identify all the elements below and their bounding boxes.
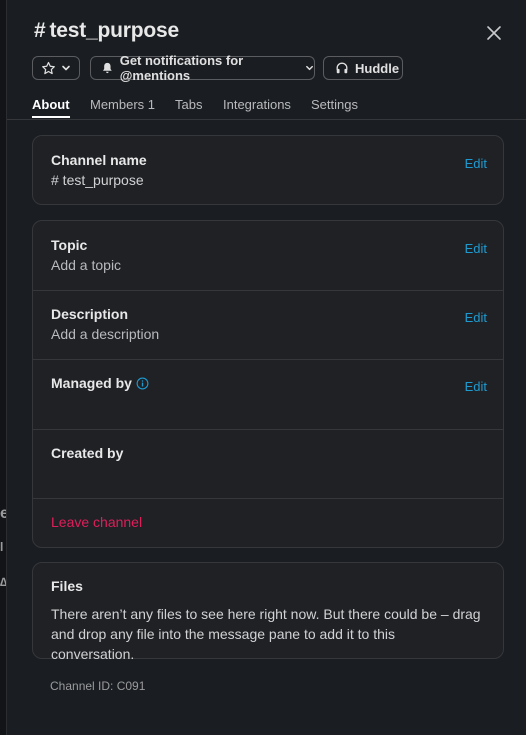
description-label: Description (51, 306, 129, 322)
tab-bar: About Members 1 Tabs Integrations Settin… (7, 96, 526, 120)
huddle-button[interactable]: Huddle (323, 56, 403, 80)
leave-channel-link[interactable]: Leave channel (51, 514, 142, 530)
close-button[interactable] (483, 22, 505, 44)
leave-channel-row[interactable]: Leave channel (33, 498, 503, 548)
notifications-label: Get notifications for @mentions (119, 53, 244, 83)
channel-name-label: Channel name (51, 152, 147, 168)
description-value: Add a description (51, 326, 160, 342)
files-empty-text: There aren’t any files to see here right… (51, 606, 481, 662)
tab-about[interactable]: About (32, 97, 70, 118)
files-title: Files (51, 578, 83, 594)
channel-title: test_purpose (49, 19, 179, 42)
description-row[interactable]: Description Add a description Edit (33, 290, 503, 359)
info-icon[interactable] (136, 377, 149, 390)
edit-description-link[interactable]: Edit (465, 310, 487, 325)
edit-topic-link[interactable]: Edit (465, 241, 487, 256)
close-icon (487, 26, 501, 40)
managed-by-label-text: Managed by (51, 375, 132, 391)
edit-channel-name-link[interactable]: Edit (465, 156, 487, 171)
managed-by-label: Managed by (51, 375, 149, 391)
tab-members[interactable]: Members 1 (90, 97, 155, 112)
tab-settings[interactable]: Settings (311, 97, 358, 112)
channel-name-card[interactable]: Channel name # test_purpose Edit (32, 135, 504, 205)
headphones-icon (336, 62, 348, 74)
about-details-card: Topic Add a topic Edit Description Add a… (32, 220, 504, 548)
tab-tabs[interactable]: Tabs (175, 97, 202, 112)
channel-details-modal: # test_purpose Get notifications for @men… (6, 0, 526, 735)
chevron-down-icon (306, 65, 313, 71)
tab-integrations[interactable]: Integrations (223, 97, 291, 112)
background-text-fragment: l (0, 540, 4, 554)
bell-icon (102, 62, 112, 74)
topic-label: Topic (51, 237, 88, 253)
star-button[interactable] (32, 56, 80, 80)
notifications-button[interactable]: Get notifications for @mentions (90, 53, 315, 83)
page-title: # test_purpose (34, 19, 179, 43)
channel-id-text: Channel ID: C091 (50, 679, 146, 693)
huddle-label: Huddle (355, 60, 400, 76)
created-by-label: Created by (51, 445, 124, 461)
created-by-row: Created by (33, 429, 503, 498)
channel-hash: # (34, 19, 46, 42)
star-icon (42, 61, 55, 74)
channel-name-value: # test_purpose (51, 172, 144, 188)
chevron-down-icon (62, 65, 70, 71)
managed-by-row[interactable]: Managed by Edit (33, 359, 503, 429)
files-card: Files There aren’t any files to see here… (32, 562, 504, 662)
edit-managed-by-link[interactable]: Edit (465, 379, 487, 394)
topic-row[interactable]: Topic Add a topic Edit (33, 221, 503, 290)
topic-value: Add a topic (51, 257, 122, 273)
